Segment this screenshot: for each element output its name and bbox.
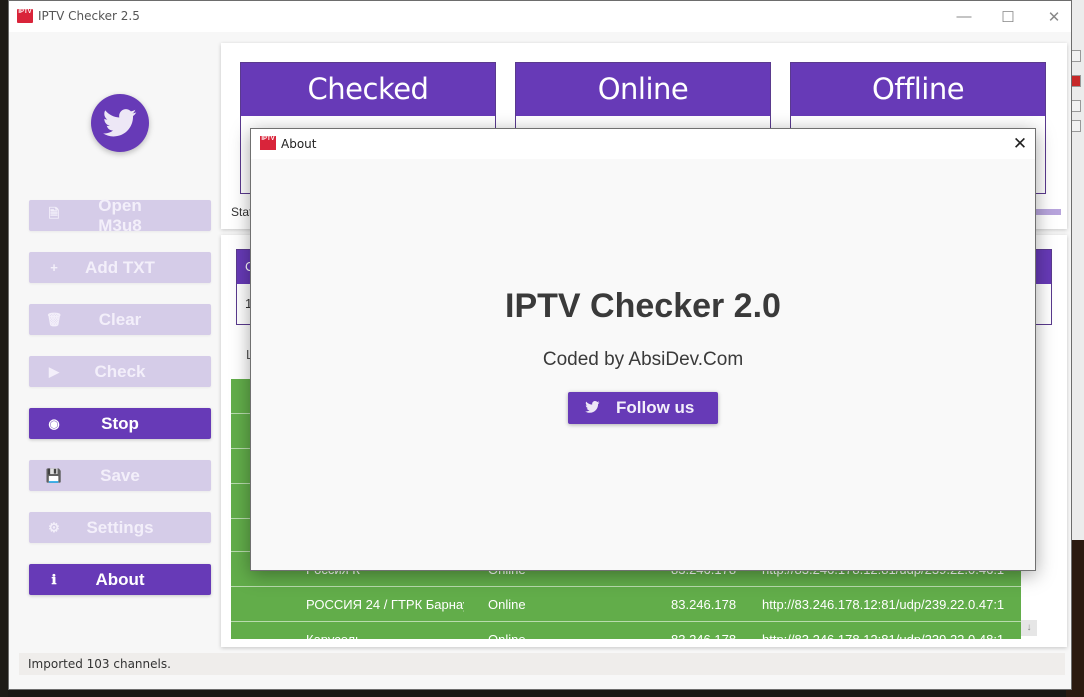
twitter-avatar[interactable] xyxy=(91,94,149,152)
open-m3u8-label: Open M3u8 xyxy=(98,195,142,235)
channel-status: Online xyxy=(488,597,526,612)
twitter-icon xyxy=(103,109,137,137)
check-label: Check xyxy=(94,361,146,381)
channel-ip: 83.246.178 xyxy=(671,597,737,612)
desktop-file-icon[interactable] xyxy=(1071,50,1081,62)
desktop-pdf-icon[interactable] xyxy=(1071,75,1081,87)
close-button[interactable]: ✕ xyxy=(1031,1,1077,32)
about-dialog: IPTV About ✕ IPTV Checker 2.0 Coded by A… xyxy=(250,128,1036,571)
settings-button[interactable]: ⚙ Settings xyxy=(29,512,211,543)
stop-icon: ◉ xyxy=(48,415,60,431)
add-txt-button[interactable]: + Add TXT xyxy=(29,252,211,283)
title-bar[interactable]: IPTV IPTV Checker 2.5 — ☐ ✕ xyxy=(9,1,1071,32)
app-logo-icon: IPTV xyxy=(17,9,33,23)
trash-icon: 🗑 xyxy=(45,311,63,327)
about-logo-text: IPTV xyxy=(261,136,275,142)
save-icon: 💾 xyxy=(45,467,63,483)
stat-offline-label: Offline xyxy=(791,63,1045,116)
gear-icon: ⚙ xyxy=(48,519,60,535)
settings-label: Settings xyxy=(86,517,154,537)
check-button[interactable]: ▶ Check xyxy=(29,356,211,387)
channel-row[interactable]: Карусель Online 83.246.178 http://83.246… xyxy=(231,621,1021,647)
follow-us-label: Follow us xyxy=(616,398,695,417)
maximize-icon: ☐ xyxy=(1001,8,1015,26)
status-bar: Imported 103 channels. xyxy=(19,653,1065,675)
stop-label: Stop xyxy=(101,413,139,433)
file-add-icon: 🗎 xyxy=(48,205,60,221)
desktop-file-icon[interactable] xyxy=(1071,120,1081,132)
clear-button[interactable]: 🗑 Clear xyxy=(29,304,211,335)
channel-url: http://83.246.178.12:81/udp/239.22.0.48:… xyxy=(762,632,1005,647)
about-credit: Coded by AbsiDev.Com xyxy=(542,349,744,370)
stat-online-label: Online xyxy=(516,63,770,116)
app-logo-text: IPTV xyxy=(18,9,32,15)
about-heading: IPTV Checker 2.0 xyxy=(505,287,781,325)
desktop-background xyxy=(0,0,8,697)
about-title-bar[interactable]: IPTV About ✕ xyxy=(251,129,1035,159)
stop-button[interactable]: ◉ Stop xyxy=(29,408,211,439)
save-button[interactable]: 💾 Save xyxy=(29,460,211,491)
minimize-icon: — xyxy=(956,8,972,25)
maximize-button[interactable]: ☐ xyxy=(985,1,1031,32)
play-icon: ▶ xyxy=(49,363,59,379)
about-button[interactable]: ℹ About xyxy=(29,564,211,595)
info-icon: ℹ xyxy=(51,571,57,587)
clear-label: Clear xyxy=(98,309,142,329)
open-m3u8-button[interactable]: 🗎 Open M3u8 xyxy=(29,196,211,235)
follow-us-button[interactable]: Follow us xyxy=(568,392,718,424)
close-icon: ✕ xyxy=(1047,8,1061,26)
channel-ip: 83.246.178 xyxy=(671,632,737,647)
channel-name: РОССИЯ 24 / ГТРК Барнаул xyxy=(306,597,464,612)
add-txt-label: Add TXT xyxy=(85,257,155,277)
plus-icon: + xyxy=(50,260,58,275)
minimize-button[interactable]: — xyxy=(941,1,987,32)
channel-url: http://83.246.178.12:81/udp/239.22.0.47:… xyxy=(762,597,1005,612)
channel-name: Карусель xyxy=(306,632,362,647)
twitter-icon xyxy=(568,398,616,418)
scroll-down-icon[interactable]: ↓ xyxy=(1021,620,1037,636)
about-title: About xyxy=(281,137,317,151)
channel-row[interactable]: РОССИЯ 24 / ГТРК Барнаул Online 83.246.1… xyxy=(231,586,1021,621)
about-close-button[interactable]: ✕ xyxy=(1007,132,1033,156)
save-label: Save xyxy=(100,465,140,485)
channel-status: Online xyxy=(488,632,526,647)
stat-checked-label: Checked xyxy=(241,63,495,116)
desktop-file-icon[interactable] xyxy=(1071,100,1081,112)
sidebar: 🗎 Open M3u8 + Add TXT 🗑 Clear ▶ Check ◉ … xyxy=(9,32,219,652)
window-title: IPTV Checker 2.5 xyxy=(38,9,140,23)
close-icon: ✕ xyxy=(1012,134,1028,153)
about-label: About xyxy=(95,569,145,589)
about-logo-icon: IPTV xyxy=(260,136,276,150)
